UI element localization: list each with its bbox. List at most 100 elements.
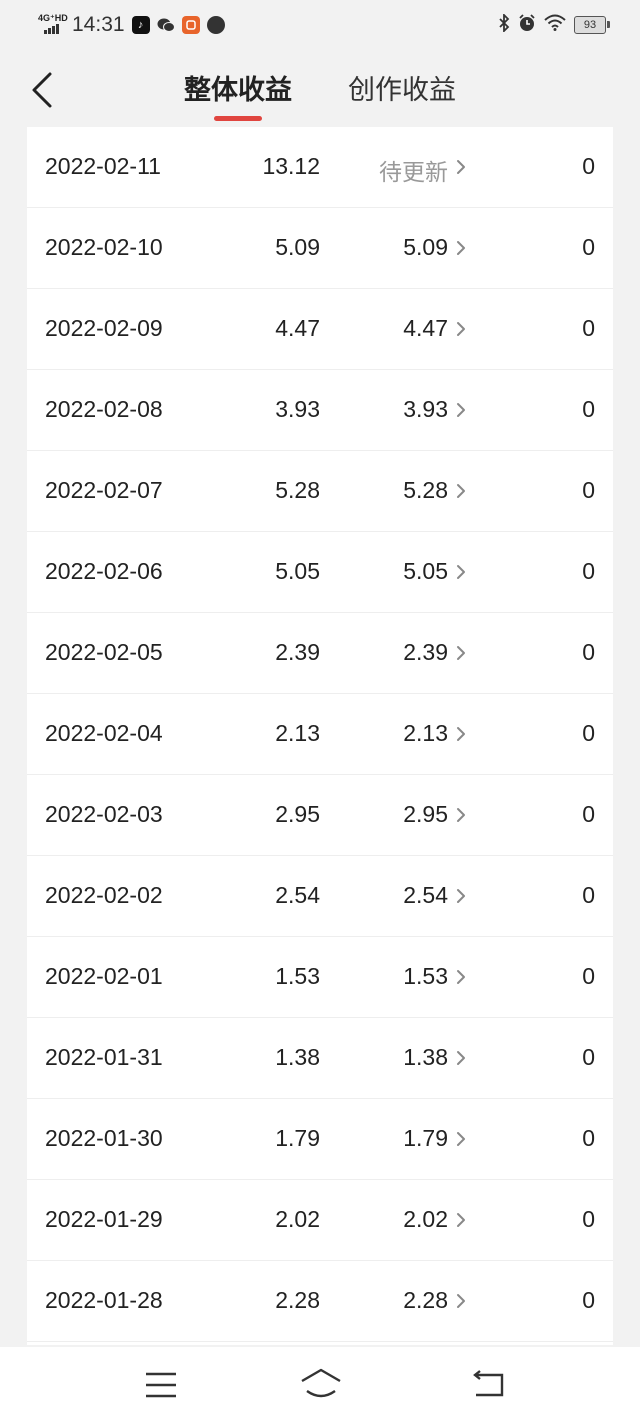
table-row: 2022-02-06 5.05 5.05 0 bbox=[27, 532, 613, 613]
row-creation-earnings[interactable]: 5.05 bbox=[403, 558, 448, 585]
battery-indicator: 93 bbox=[574, 16, 610, 34]
row-date: 2022-02-10 bbox=[45, 234, 163, 260]
row-total-earnings: 1.38 bbox=[275, 1044, 320, 1070]
row-date: 2022-02-04 bbox=[45, 720, 163, 746]
back-icon bbox=[473, 1370, 504, 1397]
chevron-right-icon[interactable] bbox=[454, 1048, 468, 1068]
row-total-earnings: 2.39 bbox=[275, 639, 320, 665]
row-other-earnings: 0 bbox=[582, 1125, 595, 1151]
menu-icon bbox=[146, 1372, 176, 1398]
table-row: 2022-02-09 4.47 4.47 0 bbox=[27, 289, 613, 370]
row-other-earnings: 0 bbox=[582, 234, 595, 260]
row-creation-earnings[interactable]: 待更新 bbox=[379, 153, 448, 187]
table-row: 2022-02-02 2.54 2.54 0 bbox=[27, 856, 613, 937]
network-indicator: 4G⁺HD bbox=[38, 12, 68, 38]
chevron-right-icon[interactable] bbox=[454, 886, 468, 906]
chevron-right-icon[interactable] bbox=[454, 238, 468, 258]
chevron-right-icon[interactable] bbox=[454, 1129, 468, 1149]
chevron-right-icon[interactable] bbox=[454, 1210, 468, 1230]
table-row: 2022-02-05 2.39 2.39 0 bbox=[27, 613, 613, 694]
row-creation-earnings[interactable]: 1.79 bbox=[403, 1125, 448, 1152]
tab-overall-earnings[interactable]: 整体收益 bbox=[184, 68, 292, 107]
row-date: 2022-02-08 bbox=[45, 396, 163, 422]
chevron-right-icon[interactable] bbox=[454, 643, 468, 663]
table-row: 2022-01-29 2.02 2.02 0 bbox=[27, 1180, 613, 1261]
row-creation-earnings[interactable]: 5.09 bbox=[403, 234, 448, 261]
header: 整体收益 创作收益 bbox=[0, 50, 640, 122]
row-creation-earnings[interactable]: 1.38 bbox=[403, 1044, 448, 1071]
row-total-earnings: 2.13 bbox=[275, 720, 320, 746]
chevron-right-icon[interactable] bbox=[454, 562, 468, 582]
row-other-earnings: 0 bbox=[582, 153, 595, 179]
back-button[interactable] bbox=[28, 70, 58, 110]
row-other-earnings: 0 bbox=[582, 315, 595, 341]
row-total-earnings: 1.53 bbox=[275, 963, 320, 989]
row-date: 2022-01-29 bbox=[45, 1206, 163, 1232]
table-row: 2022-01-30 1.79 1.79 0 bbox=[27, 1099, 613, 1180]
row-total-earnings: 13.12 bbox=[262, 153, 320, 179]
bluetooth-icon bbox=[498, 12, 510, 37]
row-creation-earnings[interactable]: 2.28 bbox=[403, 1287, 448, 1314]
earnings-list: 2022-02-11 13.12 待更新 0 2022-02-10 5.09 5.09 0 20… bbox=[27, 127, 613, 1345]
row-creation-earnings[interactable]: 5.28 bbox=[403, 477, 448, 504]
taobao-icon bbox=[181, 16, 200, 34]
row-other-earnings: 0 bbox=[582, 639, 595, 665]
status-right: 93 bbox=[498, 12, 610, 38]
row-total-earnings: 2.28 bbox=[275, 1287, 320, 1313]
row-date: 2022-02-07 bbox=[45, 477, 163, 503]
row-date: 2022-02-01 bbox=[45, 963, 163, 989]
row-date: 2022-02-05 bbox=[45, 639, 163, 665]
row-date: 2022-02-06 bbox=[45, 558, 163, 584]
active-tab-indicator bbox=[214, 116, 262, 121]
home-button[interactable] bbox=[300, 1365, 341, 1405]
row-total-earnings: 2.54 bbox=[275, 882, 320, 908]
table-row: 2022-02-07 5.28 5.28 0 bbox=[27, 451, 613, 532]
tab-creation-earnings[interactable]: 创作收益 bbox=[348, 68, 456, 107]
row-other-earnings: 0 bbox=[582, 720, 595, 746]
row-total-earnings: 5.09 bbox=[275, 234, 320, 260]
row-date: 2022-02-02 bbox=[45, 882, 163, 908]
wifi-icon bbox=[544, 14, 566, 36]
row-date: 2022-02-03 bbox=[45, 801, 163, 827]
row-other-earnings: 0 bbox=[582, 477, 595, 503]
tiktok-icon: ♪ bbox=[131, 16, 150, 34]
table-row: 2022-02-04 2.13 2.13 0 bbox=[27, 694, 613, 775]
row-creation-earnings[interactable]: 4.47 bbox=[403, 315, 448, 342]
row-date: 2022-01-30 bbox=[45, 1125, 163, 1151]
table-row: 2022-02-03 2.95 2.95 0 bbox=[27, 775, 613, 856]
row-creation-earnings[interactable]: 1.53 bbox=[403, 963, 448, 990]
status-bar: 4G⁺HD 14:31 ♪ 93 bbox=[0, 0, 640, 50]
row-creation-earnings[interactable]: 2.54 bbox=[403, 882, 448, 909]
row-total-earnings: 5.28 bbox=[275, 477, 320, 503]
chevron-right-icon[interactable] bbox=[454, 481, 468, 501]
row-creation-earnings[interactable]: 2.13 bbox=[403, 720, 448, 747]
row-other-earnings: 0 bbox=[582, 1044, 595, 1070]
chevron-right-icon[interactable] bbox=[454, 805, 468, 825]
table-row: 2022-02-11 13.12 待更新 0 bbox=[27, 127, 613, 208]
chevron-right-icon[interactable] bbox=[454, 319, 468, 339]
table-row: 2022-01-31 1.38 1.38 0 bbox=[27, 1018, 613, 1099]
row-total-earnings: 2.95 bbox=[275, 801, 320, 827]
chevron-right-icon[interactable] bbox=[454, 724, 468, 744]
system-back-button[interactable] bbox=[470, 1365, 510, 1405]
status-left: 4G⁺HD 14:31 ♪ bbox=[38, 10, 225, 40]
row-creation-earnings[interactable]: 2.02 bbox=[403, 1206, 448, 1233]
network-label: 4G⁺HD bbox=[38, 13, 68, 23]
row-other-earnings: 0 bbox=[582, 963, 595, 989]
chevron-left-icon bbox=[32, 72, 52, 108]
menu-button[interactable] bbox=[141, 1365, 181, 1405]
row-creation-earnings[interactable]: 2.39 bbox=[403, 639, 448, 666]
row-other-earnings: 0 bbox=[582, 396, 595, 422]
chevron-right-icon[interactable] bbox=[454, 1291, 468, 1311]
row-other-earnings: 0 bbox=[582, 801, 595, 827]
home-icon bbox=[301, 1368, 341, 1398]
chevron-right-icon[interactable] bbox=[454, 157, 468, 177]
signal-icon bbox=[44, 24, 59, 34]
chevron-right-icon[interactable] bbox=[454, 967, 468, 987]
row-other-earnings: 0 bbox=[582, 558, 595, 584]
row-creation-earnings[interactable]: 2.95 bbox=[403, 801, 448, 828]
chevron-right-icon[interactable] bbox=[454, 400, 468, 420]
row-creation-earnings[interactable]: 3.93 bbox=[403, 396, 448, 423]
wechat-icon bbox=[157, 16, 175, 34]
row-other-earnings: 0 bbox=[582, 1206, 595, 1232]
